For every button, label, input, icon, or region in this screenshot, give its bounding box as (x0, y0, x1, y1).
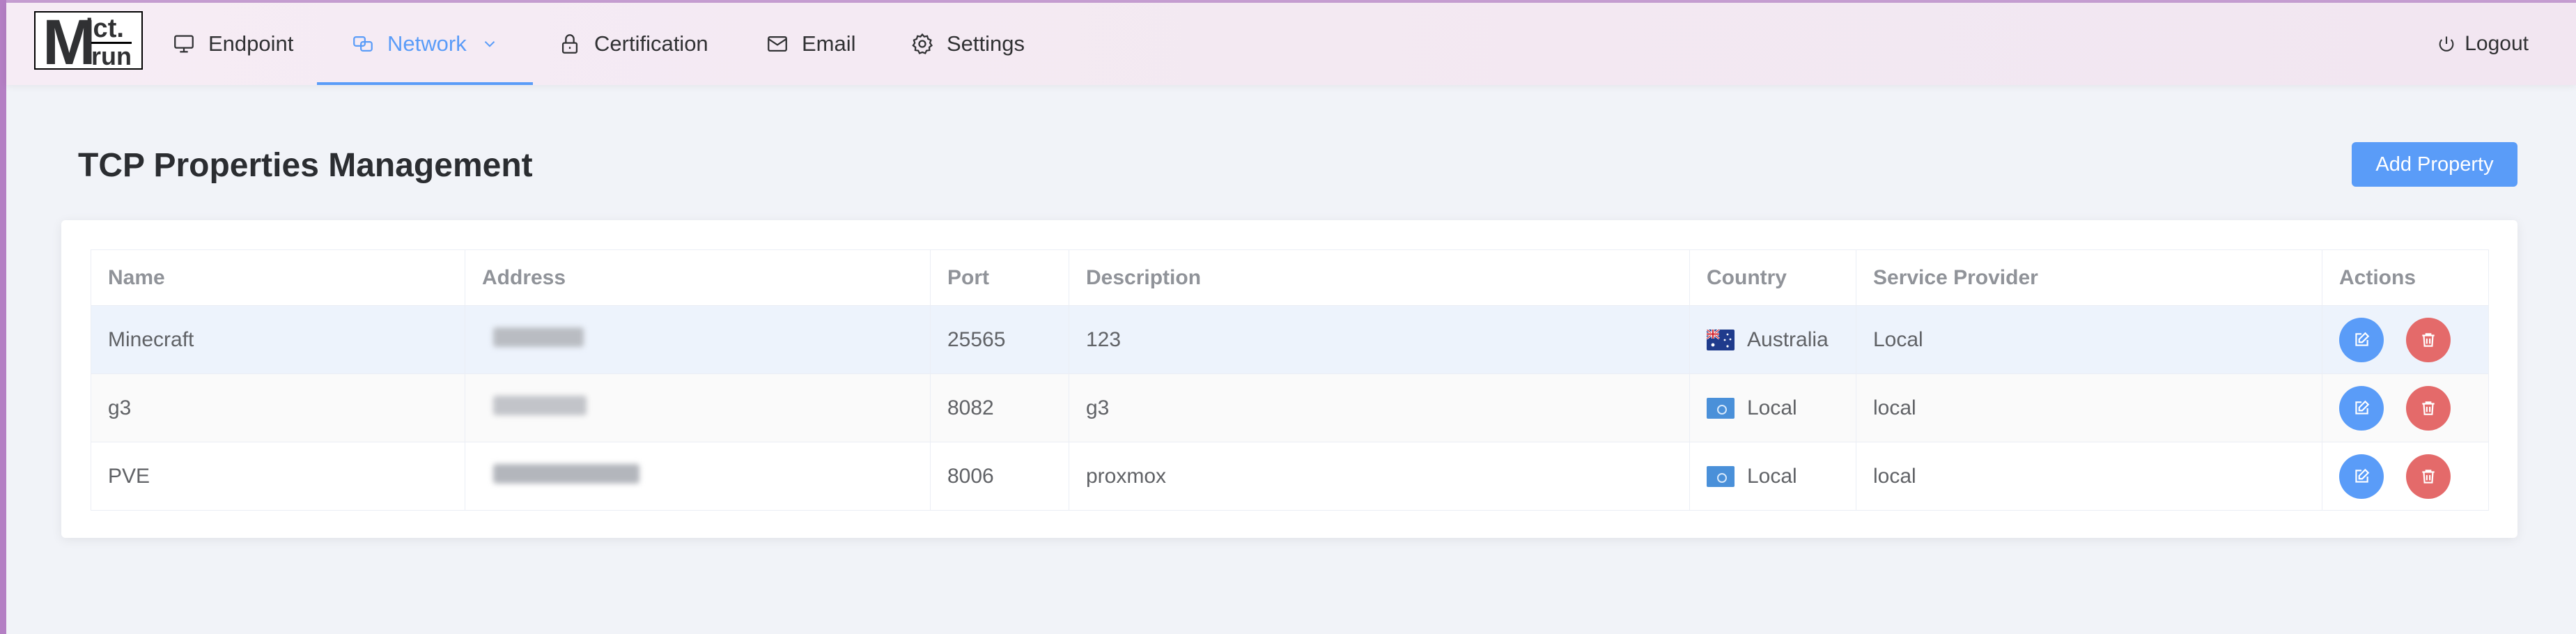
app-logo[interactable]: M ict. run (34, 7, 143, 78)
delete-button[interactable] (2406, 385, 2451, 431)
cell-actions (2322, 373, 2489, 442)
australia-flag-icon (1707, 329, 1735, 350)
cell-port: 25565 (930, 305, 1069, 374)
nav-item-label: Network (387, 31, 467, 56)
cell-actions (2322, 305, 2489, 374)
nav-item-email[interactable]: Email (766, 3, 856, 85)
lock-icon (561, 34, 578, 54)
cell-address (465, 373, 931, 442)
delete-button[interactable] (2406, 317, 2451, 362)
redacted-address (493, 463, 639, 484)
nav-item-label: Settings (947, 31, 1025, 56)
trash-icon (2422, 469, 2435, 484)
nav-item-network[interactable]: Network (317, 3, 533, 85)
redacted-address (493, 395, 587, 415)
column-header-description: Description (1069, 249, 1690, 306)
column-header-actions: Actions (2322, 249, 2489, 306)
cell-address (465, 442, 931, 511)
monitor-icon (174, 35, 194, 53)
nav-item-certification[interactable]: Certification (558, 3, 708, 85)
logout-label: Logout (2465, 32, 2529, 55)
cell-name: Minecraft (91, 305, 465, 374)
cell-address (465, 305, 931, 374)
logo-letter: M (42, 7, 96, 78)
cell-country: Local (1689, 373, 1856, 442)
power-icon (2439, 36, 2454, 52)
column-header-port: Port (930, 249, 1069, 306)
nav-item-label: Endpoint (208, 31, 294, 56)
chevron-down-icon (484, 41, 495, 47)
edit-icon (2355, 400, 2370, 415)
column-header-service-provider: Service Provider (1856, 249, 2322, 306)
cell-country: Australia (1689, 305, 1856, 374)
gear-icon (912, 33, 933, 54)
table-row[interactable]: PVE 8006 proxmox Local local (91, 442, 2489, 511)
un-flag-icon (1707, 397, 1735, 419)
cell-description: 123 (1069, 305, 1690, 374)
network-icon (353, 36, 373, 52)
mail-icon (768, 36, 787, 52)
cell-description: proxmox (1069, 442, 1690, 511)
top-nav-bar: M ict. run Endpoint Network Certificatio… (6, 3, 2576, 85)
cell-port: 8082 (930, 373, 1069, 442)
un-flag-icon (1707, 465, 1735, 487)
nav-item-label: Email (802, 31, 856, 56)
table-row[interactable]: Minecraft 25565 123 Australia Local (91, 305, 2489, 374)
edit-icon (2355, 332, 2370, 346)
redacted-address (493, 327, 584, 347)
nav-item-label: Certification (594, 31, 708, 56)
cell-service-provider: Local (1856, 305, 2322, 374)
delete-button[interactable] (2406, 454, 2451, 499)
cell-service-provider: local (1856, 373, 2322, 442)
column-header-address: Address (465, 249, 931, 306)
table-header-row: Name Address Port Description Country Se… (91, 249, 2489, 306)
window-left-border (0, 0, 6, 634)
logout-button[interactable]: Logout (2437, 3, 2529, 85)
cell-port: 8006 (930, 442, 1069, 511)
edit-icon (2355, 468, 2370, 483)
column-header-country: Country (1689, 249, 1856, 306)
cell-name: PVE (91, 442, 465, 511)
country-label: Local (1747, 396, 1797, 419)
edit-button[interactable] (2339, 454, 2384, 499)
country-label: Local (1747, 464, 1797, 488)
nav-item-settings[interactable]: Settings (910, 3, 1025, 85)
country-label: Australia (1747, 327, 1829, 351)
trash-icon (2422, 332, 2435, 347)
add-property-button[interactable]: Add Property (2352, 142, 2517, 187)
logo-text-bottom: run (91, 42, 132, 70)
table-row[interactable]: g3 8082 g3 Local local (91, 373, 2489, 442)
cell-actions (2322, 442, 2489, 511)
column-header-name: Name (91, 249, 465, 306)
trash-icon (2422, 401, 2435, 415)
properties-card: Name Address Port Description Country Se… (61, 220, 2517, 538)
tcp-properties-table: Name Address Port Description Country Se… (91, 249, 2489, 511)
cell-country: Local (1689, 442, 1856, 511)
cell-service-provider: local (1856, 442, 2322, 511)
nav-item-endpoint[interactable]: Endpoint (172, 3, 293, 85)
cell-description: g3 (1069, 373, 1690, 442)
edit-button[interactable] (2339, 385, 2384, 431)
page-title: TCP Properties Management (78, 147, 533, 184)
logo-text-top: ict. (86, 14, 124, 43)
cell-name: g3 (91, 373, 465, 442)
edit-button[interactable] (2339, 317, 2384, 362)
